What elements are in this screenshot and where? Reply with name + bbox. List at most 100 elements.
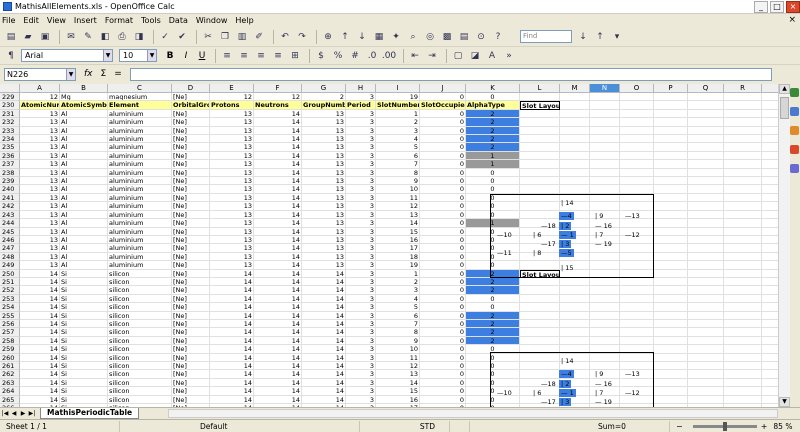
cell-g[interactable]: 13 xyxy=(302,160,346,169)
cell-r[interactable] xyxy=(724,126,762,136)
cell-q[interactable] xyxy=(688,143,724,152)
cell-f[interactable]: Neutrons xyxy=(254,101,302,110)
cell-k[interactable]: AlphaType xyxy=(466,101,520,110)
cell-l[interactable] xyxy=(520,336,560,346)
cell-b[interactable]: Al xyxy=(60,135,108,144)
cell-b[interactable]: Si xyxy=(60,370,108,379)
chevron-down-icon[interactable]: ▼ xyxy=(147,50,156,61)
cell-e[interactable]: 14 xyxy=(210,395,254,405)
row-header[interactable]: 264 xyxy=(0,387,20,396)
cell-n[interactable] xyxy=(590,328,620,337)
cell-d[interactable]: [Ne] xyxy=(172,269,210,278)
cell-q[interactable] xyxy=(688,353,724,362)
cell-p[interactable] xyxy=(654,303,688,312)
next-sheet-icon[interactable]: ▶ xyxy=(19,409,27,418)
cell-k[interactable]: 2 xyxy=(466,135,520,144)
cell-f[interactable]: 14 xyxy=(254,336,302,346)
menu-edit[interactable]: Edit xyxy=(23,16,39,25)
cell-l[interactable] xyxy=(520,294,560,304)
cell-n[interactable] xyxy=(590,93,620,102)
cell-a[interactable]: 13 xyxy=(20,143,60,152)
cell-b[interactable]: Mg xyxy=(60,93,108,102)
cell-e[interactable]: 13 xyxy=(210,126,254,136)
cell-m[interactable] xyxy=(560,143,590,152)
cell-h[interactable]: 3 xyxy=(346,328,376,337)
cell-n[interactable] xyxy=(590,109,620,119)
row-header[interactable]: 245 xyxy=(0,227,20,236)
cell-f[interactable]: 14 xyxy=(254,353,302,362)
cell-a[interactable]: 14 xyxy=(20,362,60,371)
cell-g[interactable]: 14 xyxy=(302,370,346,379)
find-replace-icon[interactable]: ⌕ xyxy=(406,30,420,44)
cell-h[interactable]: 3 xyxy=(346,118,376,127)
cell-o[interactable] xyxy=(620,294,654,304)
cell-i[interactable]: 5 xyxy=(376,143,420,152)
name-box[interactable]: N226 ▼ xyxy=(4,67,76,81)
cell-r[interactable] xyxy=(724,185,762,194)
cell-f[interactable]: 14 xyxy=(254,370,302,379)
merge-cells-icon[interactable]: ⊞ xyxy=(288,49,302,63)
find-previous-icon[interactable]: ↑ xyxy=(593,30,607,44)
cell-r[interactable] xyxy=(724,118,762,127)
decrease-indent-icon[interactable]: ⇤ xyxy=(408,49,422,63)
row-header[interactable]: 255 xyxy=(0,311,20,320)
cell-g[interactable]: 14 xyxy=(302,303,346,312)
gallery-icon[interactable]: ▩ xyxy=(440,30,454,44)
cell-c[interactable]: aluminium xyxy=(108,193,172,203)
cell-e[interactable]: 13 xyxy=(210,177,254,186)
edit-mode-icon[interactable]: ✎ xyxy=(81,30,95,44)
cell-q[interactable] xyxy=(688,126,724,136)
background-color-icon[interactable]: ◪ xyxy=(468,49,482,63)
cell-m[interactable] xyxy=(560,303,590,312)
row-header[interactable]: 233 xyxy=(0,126,20,136)
find-next-icon[interactable]: ↓ xyxy=(576,30,590,44)
cell-d[interactable]: [Ne] xyxy=(172,353,210,362)
cell-m[interactable] xyxy=(560,118,590,127)
cell-e[interactable]: 12 xyxy=(210,93,254,102)
cell-q[interactable] xyxy=(688,387,724,396)
row-header[interactable]: 250 xyxy=(0,269,20,278)
cell-j[interactable]: 0 xyxy=(420,311,466,320)
scroll-up-icon[interactable]: ▲ xyxy=(779,84,790,94)
menu-window[interactable]: Window xyxy=(196,16,228,25)
cell-s[interactable] xyxy=(762,345,778,354)
cell-h[interactable]: 3 xyxy=(346,135,376,144)
cell-h[interactable]: 3 xyxy=(346,168,376,178)
cell-a[interactable]: 13 xyxy=(20,160,60,169)
cell-d[interactable]: [Ne] xyxy=(172,294,210,304)
cell-i[interactable]: 12 xyxy=(376,202,420,211)
zoom-out-icon[interactable]: − xyxy=(670,421,689,432)
cell-b[interactable]: Si xyxy=(60,362,108,371)
cell-q[interactable] xyxy=(688,336,724,346)
cell-f[interactable]: 12 xyxy=(254,93,302,102)
cell-i[interactable]: 4 xyxy=(376,294,420,304)
cell-q[interactable] xyxy=(688,109,724,119)
cell-p[interactable] xyxy=(654,126,688,136)
cell-c[interactable]: silicon xyxy=(108,370,172,379)
cell-i[interactable]: 11 xyxy=(376,353,420,362)
cell-g[interactable]: 14 xyxy=(302,362,346,371)
cell-a[interactable]: 14 xyxy=(20,319,60,329)
cell-e[interactable]: 13 xyxy=(210,252,254,262)
cell-b[interactable]: Si xyxy=(60,395,108,405)
cell-d[interactable]: [Ne] xyxy=(172,177,210,186)
cell-f[interactable]: 14 xyxy=(254,193,302,203)
save-icon[interactable]: ▣ xyxy=(38,30,52,44)
cell-b[interactable]: Al xyxy=(60,185,108,194)
cell-s[interactable] xyxy=(762,202,778,211)
horizontal-scrollbar[interactable] xyxy=(168,409,778,418)
row-header[interactable]: 236 xyxy=(0,151,20,161)
cell-h[interactable]: 3 xyxy=(346,362,376,371)
cell-g[interactable]: 13 xyxy=(302,109,346,119)
cell-s[interactable] xyxy=(762,362,778,371)
cell-j[interactable]: 0 xyxy=(420,185,466,194)
export-pdf-icon[interactable]: ◧ xyxy=(98,30,112,44)
cell-p[interactable] xyxy=(654,177,688,186)
cell-h[interactable]: 3 xyxy=(346,109,376,119)
print-icon[interactable]: ⎙ xyxy=(115,30,129,44)
cell-j[interactable]: 0 xyxy=(420,109,466,119)
select-all-corner[interactable] xyxy=(0,84,20,93)
cell-r[interactable] xyxy=(724,160,762,169)
cell-g[interactable]: 13 xyxy=(302,168,346,178)
cell-f[interactable]: 14 xyxy=(254,387,302,396)
